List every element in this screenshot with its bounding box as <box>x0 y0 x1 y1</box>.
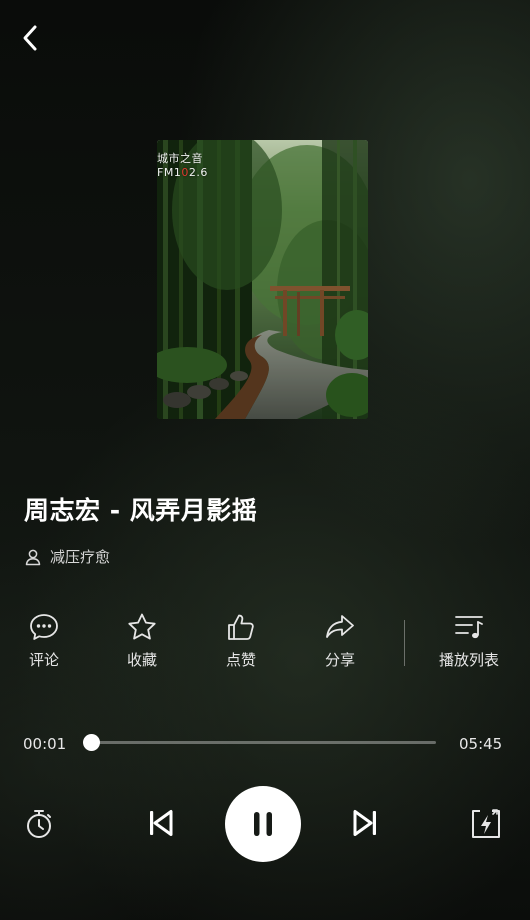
comment-label: 评论 <box>28 651 59 669</box>
playlist-label: 播放列表 <box>438 651 499 669</box>
artist-name: 减压疗愈 <box>50 548 111 566</box>
playlist-icon <box>455 616 483 639</box>
total-time: 05:45 <box>459 735 503 753</box>
progress-bar[interactable] <box>83 734 436 751</box>
share-icon <box>326 615 354 638</box>
station-name: 城市之音 <box>157 152 203 165</box>
next-button[interactable] <box>346 803 386 843</box>
fast-mode-icon <box>472 809 500 838</box>
song-title: 周志宏 - 风弄月影摇 <box>24 496 258 525</box>
pause-icon <box>254 812 272 836</box>
like-button[interactable]: 点赞 <box>201 612 281 670</box>
back-button[interactable] <box>14 20 46 56</box>
user-icon <box>25 549 41 565</box>
previous-button[interactable] <box>140 803 180 843</box>
star-icon <box>128 613 156 640</box>
skip-previous-icon <box>150 810 173 836</box>
share-label: 分享 <box>324 651 355 669</box>
album-cover-image <box>157 140 368 419</box>
current-time: 00:01 <box>23 735 67 753</box>
artist-row[interactable]: 减压疗愈 <box>24 546 110 567</box>
share-button[interactable]: 分享 <box>300 612 380 670</box>
chevron-left-icon <box>23 25 37 51</box>
like-label: 点赞 <box>225 651 256 669</box>
station-logo: 城市之音 FM102.6 <box>157 152 208 180</box>
favorite-button[interactable]: 收藏 <box>102 612 182 670</box>
comment-icon <box>30 614 58 640</box>
timer-button[interactable] <box>20 804 58 844</box>
pause-button[interactable] <box>225 786 301 862</box>
playlist-button[interactable]: 播放列表 <box>429 612 509 670</box>
station-frequency: FM102.6 <box>157 166 208 179</box>
action-bar: 评论 收藏 点赞 分享 播放列表 <box>0 612 530 682</box>
thumbs-up-icon <box>228 614 254 640</box>
album-cover: 城市之音 FM102.6 <box>157 140 368 419</box>
action-divider <box>404 620 405 666</box>
timer-icon <box>27 810 51 838</box>
comment-button[interactable]: 评论 <box>4 612 84 670</box>
skip-next-icon <box>353 810 376 836</box>
favorite-label: 收藏 <box>126 651 157 669</box>
mode-button[interactable] <box>467 804 505 844</box>
progress-knob[interactable] <box>83 734 101 751</box>
